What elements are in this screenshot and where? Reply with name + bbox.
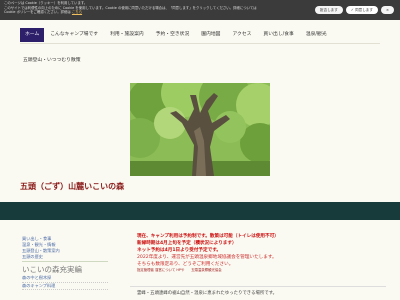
- nav-item-access[interactable]: アクセス: [226, 28, 257, 42]
- nav-divider: [20, 43, 380, 44]
- section-band: [0, 202, 400, 220]
- tree-illustration: [130, 83, 270, 176]
- sidebar-section-title: いこいの森充実編: [22, 265, 82, 274]
- notice-line-3: ネット予約は4月1日より受付予定です。: [137, 248, 221, 253]
- cookie-banner: このページは Cookie（クッキー）を利用しています。 このサイトでは利便性の…: [0, 0, 400, 20]
- sidebar-sub-link-cooking[interactable]: 森のキャンプ料理: [22, 283, 108, 290]
- nav-item-about[interactable]: こんなキャンプ場です: [44, 28, 104, 42]
- notice-line-4: 2022年度より、運営先が五頭温泉郷地域協議会を管理いたします。: [137, 255, 277, 260]
- nav-item-map[interactable]: 園内地図: [195, 28, 226, 42]
- accept-button[interactable]: ✓ 同意します: [345, 6, 378, 14]
- content-divider: [130, 286, 386, 287]
- page-title: 五頭（ごず）山麓いこいの森: [20, 182, 125, 191]
- sidebar-sub-link-trees[interactable]: 森の中と樹木探: [22, 275, 108, 283]
- sidebar-link-history[interactable]: 五頭の歴史: [22, 254, 108, 260]
- nav-item-onsen[interactable]: 温泉/観光: [300, 28, 333, 42]
- nav-row: ホーム こんなキャンプ場です 利用・施設案内 予約・空き状況 園内地図 アクセス…: [20, 28, 333, 42]
- cookie-buttons: 拒否します ✓ 同意します ×: [314, 6, 394, 14]
- cookie-details-link[interactable]: こちら: [72, 10, 82, 14]
- hero-tree-image: [130, 83, 270, 176]
- nav-item-hiking[interactable]: 五頭登山・いつつむり散策: [20, 58, 84, 63]
- nav-row-2: 五頭登山・いつつむり散策: [20, 46, 84, 68]
- nav-item-facilities[interactable]: 利用・施設案内: [104, 28, 150, 42]
- notice-line-5: そちらも数限定あり、どうぞご利用ください。: [137, 262, 234, 267]
- sidebar-links: 買い出し・食事 温泉・観光・情報 五頭登山・散策案内 五頭の歴史: [22, 236, 108, 262]
- nav-item-shopping[interactable]: 買い出し/食事: [257, 28, 299, 42]
- nav-item-reservation[interactable]: 予約・空き状況: [150, 28, 196, 42]
- close-icon[interactable]: ×: [380, 6, 394, 14]
- notice-line-2: 新緑時期は4月上旬を予定（積状況によります）: [137, 241, 237, 246]
- notice-small-link[interactable]: 指定管理者 運営について HPや 五頭温泉郷観光協会: [137, 268, 387, 273]
- notice-line-1: 現在、キャンプ利用は予約制です。散策は可能（トイレは使用不可）: [137, 234, 279, 239]
- decline-button[interactable]: 拒否します: [314, 6, 343, 14]
- sidebar: 買い出し・食事 温泉・観光・情報 五頭登山・散策案内 五頭の歴史 いこいの森充実…: [22, 236, 108, 290]
- main-navigation: ホーム こんなキャンプ場です 利用・施設案内 予約・空き状況 園内地図 アクセス…: [0, 20, 400, 63]
- cookie-line-3: Cookie ポリシーをご確認ください。詳細は: [4, 10, 71, 15]
- intro-text: 霊峰・五頭連峰の裾山自然・温泉に恵まれたゆったりできる場所です。: [137, 291, 277, 296]
- nav-item-home[interactable]: ホーム: [20, 28, 45, 42]
- notice-block: 現在、キャンプ利用は予約制です。散策は可能（トイレは使用不可） 新緑時期は4月上…: [137, 233, 387, 273]
